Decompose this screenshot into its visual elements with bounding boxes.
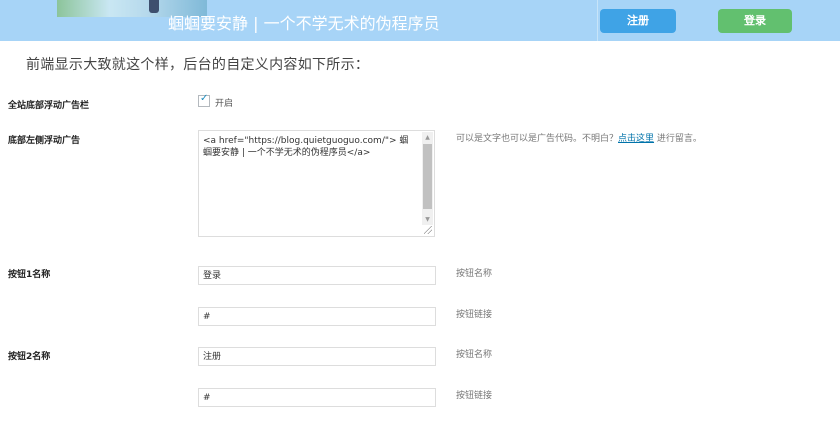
scroll-down-icon[interactable]: ▼ <box>422 214 433 225</box>
intro-text: 前端显示大致就这个样，后台的自定义内容如下所示： <box>26 57 370 73</box>
button2-name-hint: 按钮名称 <box>456 350 493 360</box>
scroll-up-icon[interactable]: ▲ <box>422 132 433 143</box>
left-ad-label: 底部左侧浮动广告 <box>8 136 81 146</box>
float-ad-label: 全站底部浮动广告栏 <box>8 101 90 111</box>
button1-label: 按钮1名称 <box>8 270 51 280</box>
button1-name-hint: 按钮名称 <box>456 269 493 279</box>
button1-name-input[interactable]: 登录 <box>198 266 436 285</box>
float-ad-checkbox[interactable]: ✓ <box>198 93 210 107</box>
login-button[interactable]: 登录 <box>718 9 792 33</box>
checkmark-icon: ✓ <box>200 93 209 104</box>
left-ad-hint: 可以是文字也可以是广告代码。不明白？点击这里 进行留言。 <box>456 131 702 144</box>
textarea-scrollbar[interactable]: ▲ ▼ <box>422 132 433 225</box>
left-ad-textarea[interactable]: <a href="https://blog.quietguoguo.com/">… <box>198 130 435 237</box>
button1-link-input[interactable]: # <box>198 307 436 326</box>
float-ad-checkbox-label[interactable]: 开启 <box>215 96 233 109</box>
button2-link-input[interactable]: # <box>198 388 436 407</box>
scrollbar-thumb[interactable] <box>423 144 432 209</box>
left-ad-textarea-value: <a href="https://blog.quietguoguo.com/">… <box>203 136 409 158</box>
button2-label: 按钮2名称 <box>8 352 51 362</box>
resize-handle-icon[interactable] <box>424 226 432 234</box>
button2-name-input[interactable]: 注册 <box>198 347 436 366</box>
button2-link-hint: 按钮链接 <box>456 391 493 401</box>
left-ad-hint-prefix: 可以是文字也可以是广告代码。不明白？ <box>456 134 619 144</box>
site-title: 蝈蝈要安静 | 一个不学无术的伪程序员 <box>168 14 440 33</box>
banner-figure <box>149 0 159 13</box>
button1-link-hint: 按钮链接 <box>456 310 493 320</box>
banner-divider <box>597 0 598 41</box>
register-button[interactable]: 注册 <box>600 9 676 33</box>
header-banner: 蝈蝈要安静 | 一个不学无术的伪程序员 注册 登录 <box>0 0 840 41</box>
click-here-link[interactable]: 点击这里 <box>618 134 654 144</box>
left-ad-hint-suffix: 进行留言。 <box>654 134 702 144</box>
